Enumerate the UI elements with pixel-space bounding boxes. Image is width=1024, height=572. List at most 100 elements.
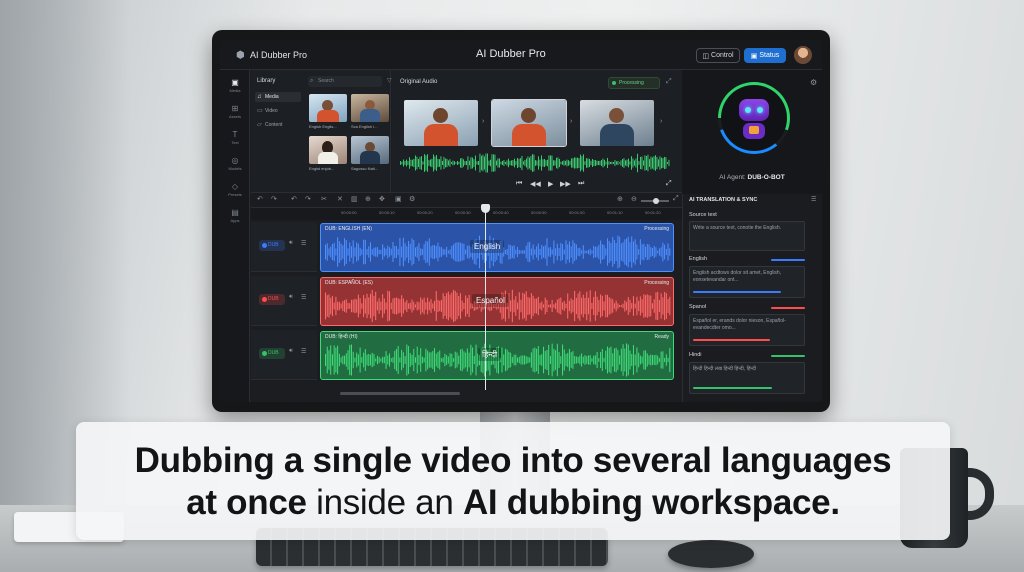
media-thumb[interactable] bbox=[351, 136, 389, 164]
waveform-bar bbox=[669, 348, 671, 372]
rail-item-presets[interactable]: ◇ Presets bbox=[220, 182, 250, 197]
chevron-right-icon[interactable]: › bbox=[482, 118, 484, 125]
waveform-bar bbox=[610, 242, 612, 262]
zoom-in-icon[interactable]: ⊕ bbox=[617, 195, 623, 203]
waveform-bar bbox=[421, 156, 422, 170]
waveform-bar bbox=[600, 352, 602, 368]
waveform-bar bbox=[578, 158, 580, 168]
undo-all-icon[interactable]: ↶ bbox=[291, 195, 297, 203]
redo-all-icon[interactable]: ↷ bbox=[305, 195, 311, 203]
translation-output[interactable]: English acdtows dolor sit amet, English,… bbox=[689, 266, 805, 298]
waveform-bar bbox=[658, 358, 660, 362]
waveform-bar bbox=[440, 299, 442, 313]
track-header[interactable]: DUB 🔊︎ ☰ bbox=[251, 276, 317, 326]
waveform-bar bbox=[638, 300, 640, 312]
waveform-bar bbox=[352, 240, 354, 264]
source-text-input[interactable]: Write a source text, conotie the English… bbox=[689, 221, 805, 251]
rail-item-models[interactable]: ◎ Models bbox=[220, 156, 250, 171]
rail-item-label: Apps bbox=[230, 218, 240, 223]
library-nav-video[interactable]: ▭ Video bbox=[255, 106, 301, 116]
waveform-bar bbox=[545, 160, 547, 166]
rail-item-apps[interactable]: ▤ Apps bbox=[220, 208, 250, 223]
waveform-bar bbox=[515, 296, 517, 316]
dub-toggle[interactable]: DUB bbox=[259, 240, 285, 251]
library-nav-content[interactable]: ▱ Content bbox=[255, 120, 301, 130]
expand-icon[interactable]: ⤢ bbox=[666, 78, 672, 86]
playhead-handle[interactable] bbox=[481, 204, 490, 213]
video-frame[interactable] bbox=[580, 100, 654, 146]
waveform-bar bbox=[537, 296, 539, 316]
dub-toggle[interactable]: DUB bbox=[259, 294, 285, 305]
waveform-bar bbox=[589, 158, 590, 168]
app-screen: ⬢ AI Dubber Pro AI Dubber Pro ◫ Control … bbox=[220, 40, 822, 402]
zoom-out-icon[interactable]: ⊖ bbox=[631, 195, 637, 203]
rail-item-text[interactable]: T Text bbox=[220, 130, 250, 145]
caption-line-2: at once inside an AI dubbing workspace. bbox=[76, 482, 950, 524]
video-frame-selected[interactable] bbox=[491, 99, 567, 147]
avatar[interactable] bbox=[794, 46, 812, 64]
speaker-icon[interactable]: 🔊︎ bbox=[289, 294, 293, 301]
waveform-bar bbox=[459, 349, 461, 371]
menu-icon[interactable]: ☰ bbox=[301, 240, 306, 247]
waveform-bar bbox=[530, 352, 532, 368]
filter-icon[interactable]: ▽ bbox=[387, 77, 392, 84]
waveform-bar bbox=[550, 155, 551, 171]
waveform-bar bbox=[665, 248, 667, 256]
translation-output[interactable]: Español er, erands dolor nieson, Español… bbox=[689, 314, 805, 346]
rail-item-assets[interactable]: ⊞ Assets bbox=[220, 104, 250, 119]
dub-toggle[interactable]: DUB bbox=[259, 348, 285, 359]
chevron-right-icon[interactable]: › bbox=[570, 118, 572, 125]
menu-icon[interactable]: ☰ bbox=[811, 196, 816, 203]
media-thumb[interactable] bbox=[309, 94, 347, 122]
waveform-bar bbox=[459, 242, 461, 262]
snapshot-icon[interactable]: ▣ bbox=[395, 195, 402, 203]
move-icon[interactable]: ✥ bbox=[379, 195, 385, 203]
fullscreen-icon[interactable]: ⤢ bbox=[666, 180, 672, 188]
split-icon[interactable]: ✕ bbox=[337, 195, 343, 203]
waveform-bar bbox=[641, 244, 643, 260]
waveform-bar bbox=[608, 297, 610, 315]
track-header[interactable]: DUB 🔊︎ ☰ bbox=[251, 330, 317, 380]
menu-icon[interactable]: ☰ bbox=[301, 294, 306, 301]
gear-icon[interactable]: ⚙ bbox=[810, 78, 817, 87]
waveform-bar bbox=[510, 352, 512, 368]
video-frame[interactable] bbox=[404, 100, 478, 146]
control-button[interactable]: ◫ Control bbox=[696, 48, 740, 63]
track-header[interactable]: DUB 🔊︎ ☰ bbox=[251, 222, 317, 272]
timeline-scrollbar[interactable] bbox=[340, 392, 460, 395]
play-icon[interactable]: ▶ bbox=[548, 180, 553, 188]
rewind-icon[interactable]: ◀◀ bbox=[530, 180, 541, 188]
trash-icon[interactable]: ▥ bbox=[351, 195, 358, 203]
cut-icon[interactable]: ✂ bbox=[321, 195, 327, 203]
media-thumb[interactable] bbox=[309, 136, 347, 164]
expand-icon[interactable]: ⤢ bbox=[673, 195, 679, 203]
waveform-bar bbox=[532, 295, 534, 317]
zoom-slider[interactable] bbox=[641, 198, 669, 204]
speaker-icon[interactable]: 🔊︎ bbox=[289, 240, 293, 247]
waveform-bar bbox=[565, 240, 567, 264]
translation-output[interactable]: हिन्दी हिन्दी लख हिन्दी हिन्दी, हिन्दी bbox=[689, 362, 805, 394]
redo-icon[interactable]: ↷ bbox=[271, 195, 277, 203]
original-waveform[interactable] bbox=[400, 152, 670, 174]
link-icon[interactable]: ⊕ bbox=[365, 195, 371, 203]
waveform-bar bbox=[335, 347, 337, 373]
settings-icon[interactable]: ⚙ bbox=[409, 195, 415, 203]
waveform-bar bbox=[539, 355, 541, 365]
skip-forward-icon[interactable]: ⏭ bbox=[578, 180, 584, 188]
rail-item-media[interactable]: ▣ Media bbox=[220, 78, 250, 93]
search-input[interactable]: ⌕ Search bbox=[308, 76, 382, 87]
speaker-icon[interactable]: 🔊︎ bbox=[289, 348, 293, 355]
time-ruler[interactable]: 00:00:00 00:00:10 00:00:20 00:00:30 00:00:40… bbox=[251, 208, 699, 220]
waveform-bar bbox=[361, 249, 363, 255]
skip-back-icon[interactable]: ⏮ bbox=[516, 180, 522, 188]
media-thumb[interactable] bbox=[351, 94, 389, 122]
waveform-bar bbox=[414, 357, 416, 363]
chevron-right-icon[interactable]: › bbox=[660, 118, 662, 125]
zoom-slider-knob[interactable] bbox=[653, 198, 659, 204]
status-button[interactable]: ▣ Status bbox=[744, 48, 786, 63]
waveform-bar bbox=[416, 156, 418, 170]
menu-icon[interactable]: ☰ bbox=[301, 348, 306, 355]
fast-forward-icon[interactable]: ▶▶ bbox=[560, 180, 571, 188]
undo-icon[interactable]: ↶ bbox=[257, 195, 263, 203]
library-nav-media[interactable]: ♫ Media bbox=[255, 92, 301, 102]
